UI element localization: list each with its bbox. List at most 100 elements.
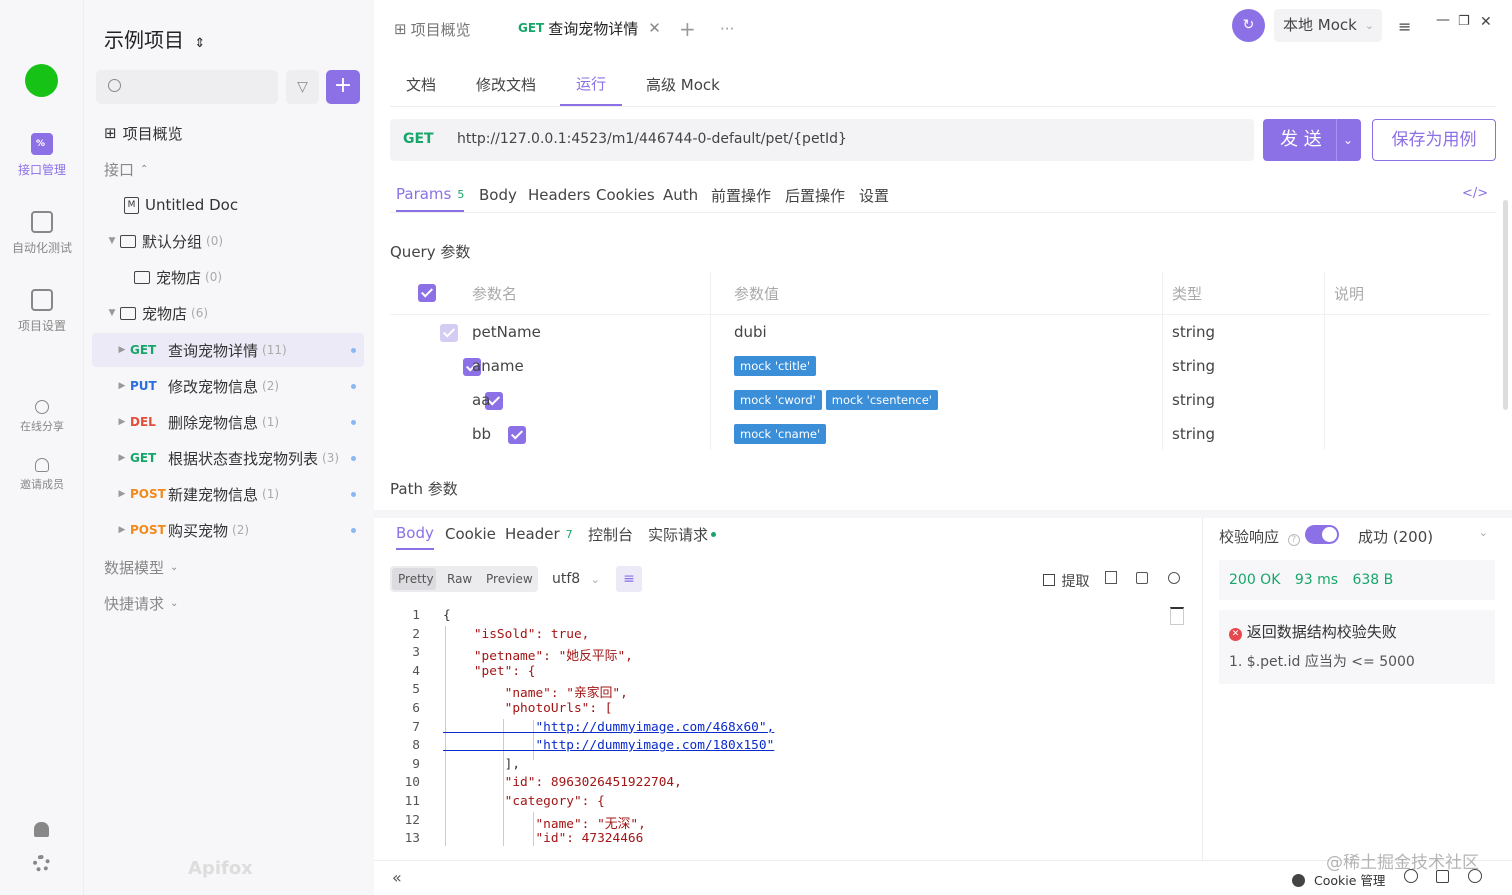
- tab-body[interactable]: Body: [479, 178, 517, 212]
- tab-params[interactable]: Params 5: [396, 178, 465, 212]
- search-input[interactable]: [96, 70, 278, 104]
- subtab-run[interactable]: 运行: [560, 62, 622, 106]
- url-input[interactable]: http://127.0.0.1:4523/m1/446744-0-defaul…: [457, 131, 847, 147]
- caret-right-icon: ▶: [118, 417, 126, 427]
- resp-tab-cookie[interactable]: Cookie: [445, 518, 496, 550]
- resp-tab-body[interactable]: Body: [396, 518, 434, 550]
- folder-icon: [134, 270, 150, 284]
- param-name[interactable]: aname: [472, 357, 524, 375]
- sidebar-item-overview[interactable]: ⊞ 项目概览: [104, 116, 376, 150]
- minimize-icon[interactable]: —: [1436, 12, 1450, 28]
- view-pretty[interactable]: Pretty: [398, 572, 434, 586]
- tab-cookies[interactable]: Cookies: [596, 178, 655, 212]
- param-value[interactable]: mock 'cword' mock 'csentence': [734, 390, 942, 410]
- share-icon: [35, 400, 49, 414]
- encoding-select[interactable]: utf8 ⌄: [552, 571, 600, 587]
- code-line: "photoUrls": [: [443, 701, 613, 716]
- tab-auth[interactable]: Auth: [663, 178, 698, 212]
- validate-status-select[interactable]: 成功 (200) ⌄: [1358, 526, 1488, 547]
- cursor-marker: [1170, 607, 1184, 625]
- sidebar-endpoint-item[interactable]: ▶ PUT 修改宠物信息 (2): [92, 369, 364, 403]
- tab-headers[interactable]: Headers: [528, 178, 590, 212]
- collapse-sidebar-icon[interactable]: «: [392, 868, 402, 887]
- send-button[interactable]: 发 送 ⌄: [1263, 119, 1361, 161]
- line-number: 13: [404, 831, 420, 846]
- view-raw[interactable]: Raw: [447, 572, 472, 586]
- add-button[interactable]: +: [326, 70, 360, 104]
- param-name[interactable]: bb: [472, 425, 491, 443]
- sidebar-folder-petshop-sub[interactable]: 宠物店 (0): [134, 260, 406, 294]
- code-line: "category": {: [443, 794, 605, 809]
- code-icon[interactable]: </>: [1462, 186, 1488, 201]
- search-icon[interactable]: [1168, 572, 1180, 584]
- tab-pre-processors[interactable]: 前置操作: [711, 178, 771, 212]
- caret-down-icon: ▼: [108, 308, 116, 318]
- resp-tab-actual-request[interactable]: 实际请求: [648, 518, 717, 550]
- copy-icon[interactable]: [1136, 572, 1148, 584]
- tab-active-endpoint[interactable]: GET 查询宠物详情 ✕: [508, 10, 664, 48]
- tab-project-overview[interactable]: ⊞ 项目概览: [394, 10, 471, 48]
- restore-icon[interactable]: ❐: [1458, 14, 1470, 29]
- sidebar-endpoint-item[interactable]: ▶ GET 查询宠物详情 (11): [92, 333, 364, 367]
- sidebar-item-untitled-doc[interactable]: M Untitled Doc: [124, 188, 396, 222]
- wrap-button[interactable]: ≡: [616, 566, 642, 592]
- filter-button[interactable]: ▽: [286, 70, 319, 104]
- view-preview[interactable]: Preview: [486, 572, 533, 586]
- subtab-advanced-mock[interactable]: 高级 Mock: [646, 62, 720, 106]
- tab-settings[interactable]: 设置: [859, 178, 889, 212]
- window-close-icon[interactable]: ✕: [1480, 14, 1492, 30]
- sidebar-section-data-model[interactable]: 数据模型 ⌄: [104, 550, 376, 584]
- param-type[interactable]: string: [1172, 357, 1215, 375]
- subtab-docs[interactable]: 文档: [406, 62, 436, 106]
- tab-post-processors[interactable]: 后置操作: [785, 178, 845, 212]
- param-name[interactable]: aa: [472, 391, 490, 409]
- param-value[interactable]: dubi: [734, 323, 767, 341]
- param-name[interactable]: petName: [472, 323, 541, 341]
- validate-toggle[interactable]: [1305, 525, 1339, 544]
- rail-item-share[interactable]: 在线分享: [0, 400, 84, 434]
- rail-item-api-management[interactable]: % 接口管理: [0, 133, 84, 178]
- code-line[interactable]: "http://dummyimage.com/468x60",: [443, 720, 774, 739]
- gear-icon[interactable]: [33, 855, 50, 872]
- param-type[interactable]: string: [1172, 323, 1215, 341]
- new-tab-button[interactable]: +: [679, 10, 696, 48]
- sidebar-endpoint-item[interactable]: ▶ POST 新建宠物信息 (1): [92, 477, 364, 511]
- brand-logo: Apifox: [188, 858, 253, 879]
- bell-icon[interactable]: [34, 822, 49, 837]
- code-line[interactable]: "http://dummyimage.com/180x150": [443, 738, 774, 757]
- rail-item-auto-test[interactable]: 自动化测试: [0, 211, 84, 256]
- sidebar-folder-petshop[interactable]: ▼ 宠物店 (6): [104, 296, 376, 330]
- sync-button[interactable]: ↻: [1232, 9, 1265, 42]
- sidebar-folder-default[interactable]: ▼ 默认分组 (0): [104, 224, 376, 258]
- sidebar-endpoint-item[interactable]: ▶ POST 购买宠物 (2): [92, 513, 364, 547]
- save-icon[interactable]: [1105, 571, 1117, 584]
- subtab-edit-docs[interactable]: 修改文档: [476, 62, 536, 106]
- param-value[interactable]: mock 'ctitle': [734, 356, 820, 376]
- project-title[interactable]: 示例项目 ⇕: [104, 24, 205, 53]
- resp-tab-header[interactable]: Header 7: [505, 518, 573, 550]
- param-type[interactable]: string: [1172, 425, 1215, 443]
- resp-tab-console[interactable]: 控制台: [588, 518, 633, 550]
- error-detail: 1. $.pet.id 应当为 <= 5000: [1229, 654, 1415, 670]
- rail-item-project-settings[interactable]: 项目设置: [0, 289, 84, 334]
- row-checkbox[interactable]: [440, 324, 459, 342]
- sidebar-endpoint-item[interactable]: ▶ GET 根据状态查找宠物列表 (3): [92, 441, 364, 475]
- save-as-case-button[interactable]: 保存为用例: [1372, 119, 1496, 161]
- scrollbar[interactable]: [1503, 200, 1508, 410]
- menu-icon[interactable]: ≡: [1398, 17, 1411, 36]
- method-select[interactable]: GET: [403, 131, 434, 147]
- close-icon[interactable]: ✕: [648, 19, 661, 37]
- param-value[interactable]: mock 'cname': [734, 424, 830, 444]
- sidebar-endpoint-item[interactable]: ▶ DEL 删除宠物信息 (1): [92, 405, 364, 439]
- more-tabs-button[interactable]: ···: [720, 10, 734, 48]
- extract-button[interactable]: 提取: [1043, 571, 1089, 591]
- user-avatar[interactable]: [25, 64, 58, 97]
- sidebar-section-interfaces[interactable]: 接口 ⌃: [104, 152, 376, 186]
- select-all-checkbox[interactable]: [418, 284, 436, 302]
- row-checkbox[interactable]: [507, 426, 526, 444]
- env-select[interactable]: 本地 Mock ⌄: [1274, 9, 1382, 42]
- param-type[interactable]: string: [1172, 391, 1215, 409]
- rail-item-invite[interactable]: 邀请成员: [0, 458, 84, 492]
- sidebar-section-quick-request[interactable]: 快捷请求 ⌄: [104, 586, 376, 620]
- code-viewer[interactable]: 1 2 3 4 5 6 7 8 9 10 11 12 13 { "isSold"…: [390, 604, 1185, 846]
